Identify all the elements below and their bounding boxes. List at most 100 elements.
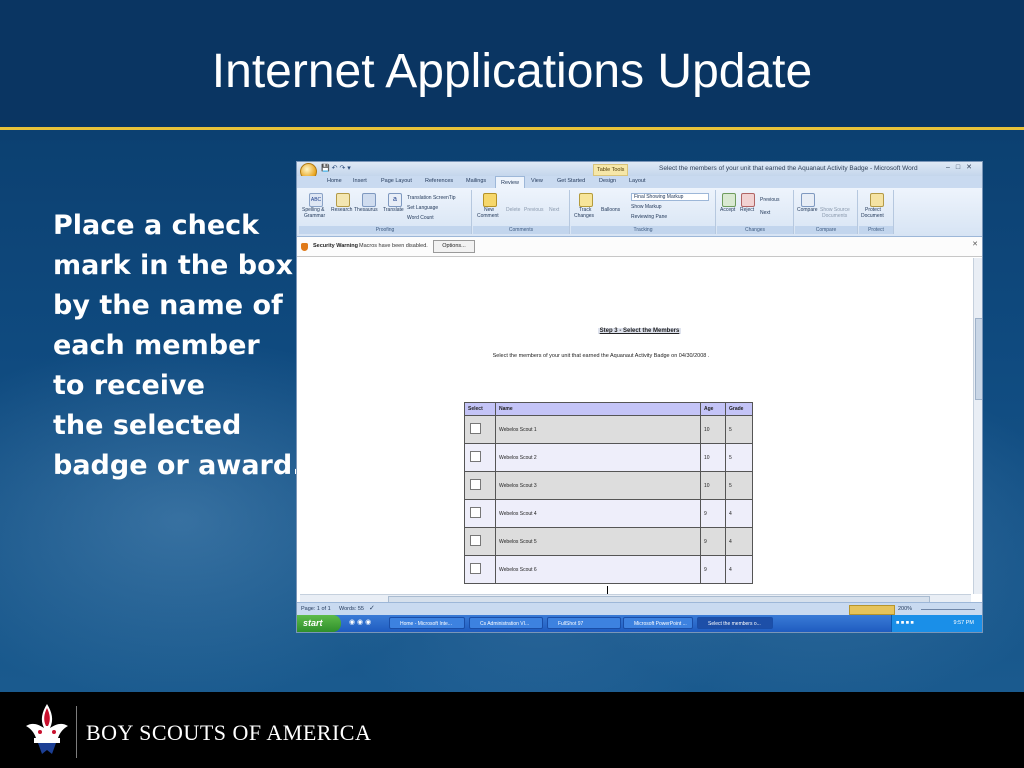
research-label[interactable]: Research xyxy=(331,207,352,213)
instruction-text: Select the members of your unit that ear… xyxy=(492,353,710,359)
taskbar-button-active[interactable]: Select the members o... xyxy=(697,617,773,629)
markup-dropdown[interactable]: Final Showing Markup xyxy=(631,193,709,201)
changes-label[interactable]: Changes xyxy=(574,213,594,219)
set-language[interactable]: Set Language xyxy=(407,205,438,211)
body-line: mark in the box xyxy=(53,250,294,281)
comments-group: New Comment Delete Previous Next Comment… xyxy=(473,190,570,234)
tab-mailings[interactable]: Mailings xyxy=(466,178,486,184)
scroll-thumb[interactable] xyxy=(975,318,982,400)
zoom-slider[interactable] xyxy=(921,609,975,610)
start-button[interactable]: start xyxy=(297,615,341,632)
protect-document-label[interactable]: Document xyxy=(861,213,884,219)
translate-icon[interactable]: a xyxy=(388,193,402,207)
organization-name: BOY SCOUTS OF AMERICA xyxy=(86,720,372,745)
research-icon[interactable] xyxy=(336,193,350,207)
tab-layout[interactable]: Layout xyxy=(629,178,646,184)
word-count-status[interactable]: Words: 55 xyxy=(339,606,364,612)
column-header-grade: Grade xyxy=(725,402,753,416)
tab-view[interactable]: View xyxy=(531,178,543,184)
next-comment[interactable]: Next xyxy=(549,207,559,213)
close-icon[interactable]: ✕ xyxy=(972,240,978,248)
member-checkbox[interactable] xyxy=(470,451,481,462)
accept-icon[interactable] xyxy=(722,193,736,207)
table-row: Webelos Scout 1 10 5 xyxy=(464,415,753,444)
accept-label[interactable]: Accept xyxy=(720,207,735,213)
quick-access-toolbar[interactable]: 💾 ↶ ↷ ▾ xyxy=(321,164,351,172)
reviewing-pane[interactable]: Reviewing Pane xyxy=(631,214,667,220)
member-age: 9 xyxy=(700,527,726,556)
body-line: Place a check xyxy=(53,210,260,241)
word-count[interactable]: Word Count xyxy=(407,215,434,221)
zoom-level[interactable]: 200% xyxy=(898,606,912,612)
member-grade: 5 xyxy=(725,443,753,472)
clock: 9:57 PM xyxy=(953,620,974,626)
member-name: Webelos Scout 3 xyxy=(495,471,701,500)
thesaurus-icon[interactable] xyxy=(362,193,376,207)
lock-icon[interactable] xyxy=(870,193,884,207)
previous-change[interactable]: Previous xyxy=(760,197,779,203)
ribbon: ABC Spelling & Grammar Research Thesauru… xyxy=(297,188,982,237)
member-checkbox[interactable] xyxy=(470,535,481,546)
body-line: each member xyxy=(53,330,260,361)
taskbar-button[interactable]: Cs Administration VI... xyxy=(469,617,543,629)
balloons-label[interactable]: Balloons xyxy=(601,207,620,213)
taskbar-button[interactable]: Home - Microsoft Inte... xyxy=(389,617,465,629)
member-name: Webelos Scout 5 xyxy=(495,527,701,556)
tab-design[interactable]: Design xyxy=(599,178,616,184)
compare-label[interactable]: Compare xyxy=(797,207,818,213)
delete-comment[interactable]: Delete xyxy=(506,207,520,213)
show-markup[interactable]: Show Markup xyxy=(631,204,662,210)
tab-get-started[interactable]: Get Started xyxy=(557,178,585,184)
tray-icons[interactable]: ■ ■ ■ ■ xyxy=(896,615,914,632)
member-checkbox[interactable] xyxy=(470,563,481,574)
vertical-scrollbar[interactable] xyxy=(973,258,982,594)
comments-label: Comments xyxy=(473,226,569,234)
status-bar: Page: 1 of 1 Words: 55 ✓ 200% xyxy=(297,602,982,616)
proofing-status-icon[interactable]: ✓ xyxy=(369,604,375,612)
spelling-icon[interactable]: ABC xyxy=(309,193,323,207)
security-message: Macros have been disabled. xyxy=(359,243,428,249)
thesaurus-label[interactable]: Thesaurus xyxy=(354,207,378,213)
quick-launch-icons[interactable]: ◉ ◉ ◉ xyxy=(349,618,371,626)
protect-group: Protect Document Protect xyxy=(859,190,894,234)
page-count[interactable]: Page: 1 of 1 xyxy=(301,606,331,612)
member-grade: 4 xyxy=(725,499,753,528)
step-title: Step 3 - Select the Members xyxy=(597,328,682,334)
track-changes-icon[interactable] xyxy=(579,193,593,207)
member-checkbox[interactable] xyxy=(470,507,481,518)
windows-taskbar: start ◉ ◉ ◉ Home - Microsoft Inte... Cs … xyxy=(297,615,982,632)
new-comment-icon[interactable] xyxy=(483,193,497,207)
table-row: Webelos Scout 4 9 4 xyxy=(464,499,753,528)
comment-label[interactable]: Comment xyxy=(477,213,499,219)
slide-title: Internet Applications Update xyxy=(211,45,813,98)
reject-icon[interactable] xyxy=(741,193,755,207)
body-line: to receive xyxy=(53,370,205,401)
next-change[interactable]: Next xyxy=(760,210,770,216)
tab-home[interactable]: Home xyxy=(327,178,342,184)
compare-group-label: Compare xyxy=(795,226,857,234)
tab-insert[interactable]: Insert xyxy=(353,178,367,184)
protect-group-label: Protect xyxy=(859,226,893,234)
reject-label[interactable]: Reject xyxy=(740,207,754,213)
member-checkbox[interactable] xyxy=(470,423,481,434)
translation-screentip[interactable]: Translation ScreenTip xyxy=(407,195,456,201)
view-buttons[interactable] xyxy=(849,605,895,615)
options-button[interactable]: Options... xyxy=(433,240,475,253)
previous-comment[interactable]: Previous xyxy=(524,207,543,213)
taskbar-button[interactable]: FullShot 97 xyxy=(547,617,621,629)
taskbar-button[interactable]: Microsoft PowerPoint ... xyxy=(623,617,693,629)
column-header-name: Name xyxy=(495,402,701,416)
window-controls[interactable]: –□✕ xyxy=(946,163,978,171)
tab-references[interactable]: References xyxy=(425,178,453,184)
column-header-age: Age xyxy=(700,402,726,416)
member-age: 10 xyxy=(700,415,726,444)
translate-label[interactable]: Translate xyxy=(383,207,404,213)
tab-page-layout[interactable]: Page Layout xyxy=(381,178,412,184)
word-screenshot: 💾 ↶ ↷ ▾ Table Tools Select the members o… xyxy=(297,162,982,632)
grammar-label[interactable]: Grammar xyxy=(304,213,325,219)
compare-icon[interactable] xyxy=(801,193,815,207)
system-tray: ■ ■ ■ ■ 9:57 PM xyxy=(891,615,982,632)
documents-label[interactable]: Documents xyxy=(822,213,847,219)
member-checkbox[interactable] xyxy=(470,479,481,490)
text-cursor xyxy=(607,586,608,594)
